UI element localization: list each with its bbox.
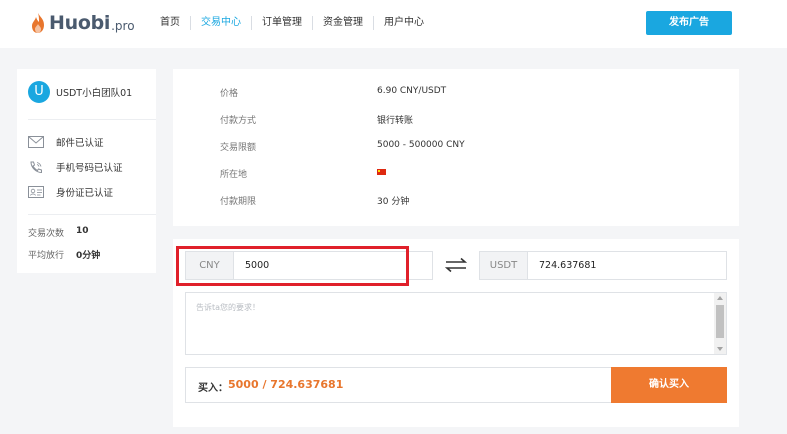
- stat-value: 0分钟: [76, 251, 101, 261]
- info-label: 付款期限: [220, 197, 257, 207]
- nav-home[interactable]: 首页: [160, 16, 190, 30]
- info-label: 付款方式: [220, 116, 257, 126]
- verify-email: 邮件已认证: [28, 135, 104, 149]
- merchant-profile-card: U USDT小白团队01 邮件已认证 手机号码已认证 身份证已认证 交易次数 1…: [17, 69, 156, 273]
- stat-avg-release: 平均放行 0分钟: [28, 248, 100, 261]
- stat-label: 交易次数: [28, 229, 65, 239]
- note-field: [185, 292, 727, 355]
- merchant-identity: U USDT小白团队01: [28, 81, 132, 103]
- verify-email-label: 邮件已认证: [56, 138, 104, 149]
- usdt-amount-input[interactable]: [528, 252, 726, 279]
- verify-id-label: 身份证已认证: [56, 188, 114, 199]
- info-row-price: 价格 6.90 CNY/USDT: [220, 86, 446, 99]
- logo-suffix: .pro: [111, 18, 135, 33]
- confirm-buy-button[interactable]: 确认买入: [611, 367, 727, 403]
- id-card-icon: [28, 186, 44, 198]
- info-value: 银行转账: [377, 116, 414, 126]
- merchant-username[interactable]: USDT小白团队01: [56, 85, 132, 99]
- stat-label: 平均放行: [28, 251, 65, 261]
- nav-user-center[interactable]: 用户中心: [373, 16, 434, 30]
- cny-amount-field: CNY: [185, 251, 433, 280]
- divider: [28, 119, 156, 120]
- logo-text: Huobi: [49, 12, 111, 34]
- stat-trade-count: 交易次数 10: [28, 226, 89, 239]
- ad-info-card: 价格 6.90 CNY/USDT 付款方式 银行转账 交易限额 5000 - 5…: [173, 69, 739, 226]
- verify-id: 身份证已认证: [28, 185, 113, 199]
- phone-icon: [30, 161, 42, 173]
- nav-fund-management[interactable]: 资金管理: [312, 16, 373, 30]
- nav-trading-center[interactable]: 交易中心: [190, 16, 251, 30]
- verify-phone: 手机号码已认证: [28, 160, 123, 174]
- info-row-location: 所在地: [220, 167, 386, 180]
- flame-logo-icon: [32, 13, 44, 33]
- info-label: 价格: [220, 89, 239, 99]
- buy-total: 5000 / 724.637681: [228, 378, 344, 391]
- buy-summary-bar: 买入： 5000 / 724.637681 确认买入: [185, 367, 727, 403]
- info-value: 6.90 CNY/USDT: [377, 86, 447, 96]
- scroll-up-icon[interactable]: [717, 296, 723, 300]
- note-textarea[interactable]: [186, 293, 714, 354]
- info-row-payment-deadline: 付款期限 30 分钟: [220, 194, 409, 207]
- nav-order-management[interactable]: 订单管理: [251, 16, 312, 30]
- usdt-currency-tag: USDT: [480, 252, 528, 279]
- mail-icon: [28, 136, 44, 148]
- cny-amount-input[interactable]: [234, 252, 432, 279]
- china-flag-icon: [377, 167, 386, 180]
- top-header: Huobi .pro 首页 交易中心 订单管理 资金管理 用户中心 发布广告: [0, 0, 787, 48]
- cny-currency-tag: CNY: [186, 252, 234, 279]
- info-value: 5000 - 500000 CNY: [377, 140, 465, 150]
- verify-phone-label: 手机号码已认证: [56, 163, 123, 174]
- scroll-thumb[interactable]: [716, 305, 724, 338]
- avatar: U: [28, 81, 50, 103]
- divider: [28, 214, 156, 215]
- buy-label: 买入：: [198, 383, 228, 394]
- main-nav: 首页 交易中心 订单管理 资金管理 用户中心: [160, 15, 434, 31]
- usdt-amount-field: USDT: [479, 251, 727, 280]
- scroll-down-icon[interactable]: [717, 347, 723, 351]
- info-label: 所在地: [220, 170, 248, 180]
- info-value: 30 分钟: [377, 197, 410, 207]
- stat-value: 10: [76, 226, 89, 236]
- swap-arrows-icon[interactable]: [443, 257, 469, 273]
- huobi-logo[interactable]: Huobi .pro: [30, 11, 135, 35]
- note-scrollbar[interactable]: [714, 293, 726, 354]
- info-label: 交易限额: [220, 143, 257, 153]
- post-ad-button[interactable]: 发布广告: [646, 11, 732, 35]
- info-row-payment-method: 付款方式 银行转账: [220, 113, 413, 126]
- info-row-limit: 交易限额 5000 - 500000 CNY: [220, 140, 465, 153]
